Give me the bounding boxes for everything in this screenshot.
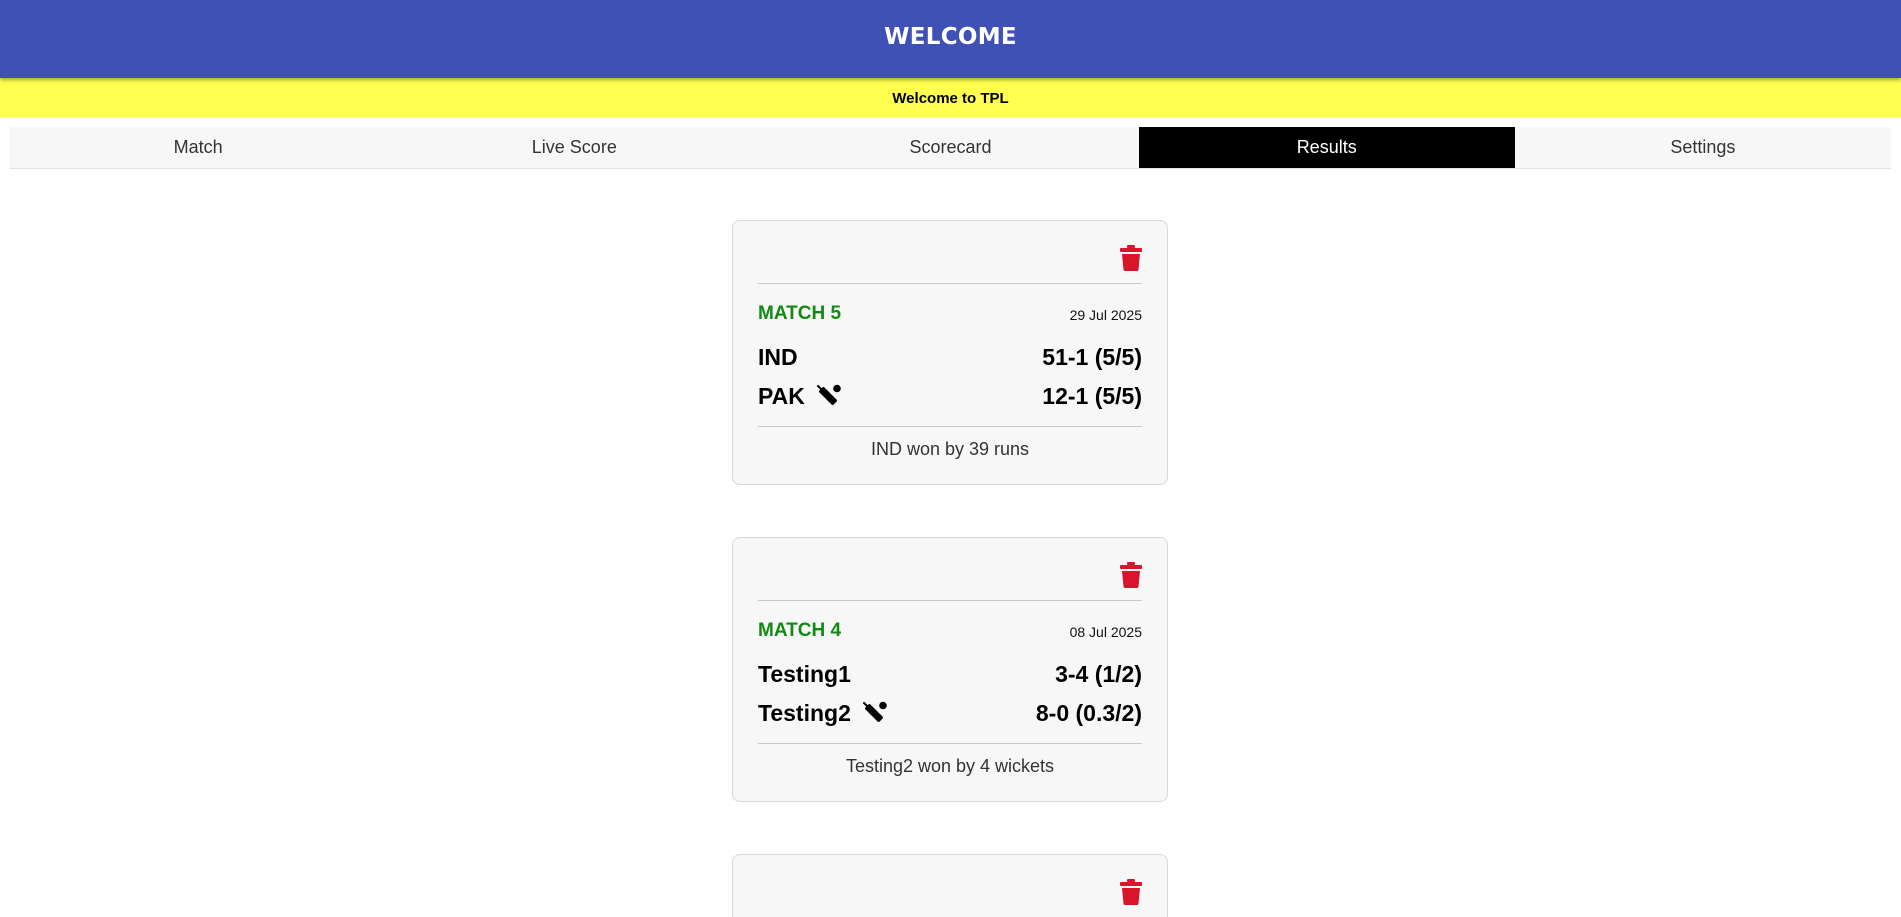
tab-bar: Match Live Score Scorecard Results Setti… [10, 127, 1891, 169]
team-row: IND 51-1 (5/5) [758, 344, 1142, 374]
card-header [758, 538, 1142, 601]
team-row: Testing2 8-0 (0.3/2) [758, 700, 1142, 730]
cricket-bat-icon [816, 384, 841, 405]
app-bar: WELCOME [0, 0, 1901, 78]
team-score: 3-4 (1/2) [1055, 661, 1142, 687]
team-row: Testing1 3-4 (1/2) [758, 661, 1142, 691]
match-title: MATCH 5 [758, 303, 842, 324]
welcome-banner-text: Welcome to TPL [892, 90, 1009, 107]
card-divider [758, 743, 1142, 744]
welcome-banner: Welcome to TPL [0, 78, 1901, 117]
match-title: MATCH 4 [758, 620, 842, 641]
team-row: PAK 12-1 (5/5) [758, 383, 1142, 413]
card-header [758, 855, 1142, 917]
app-title: WELCOME [884, 24, 1017, 50]
team-score: 51-1 (5/5) [1042, 344, 1142, 370]
result-text: IND won by 39 runs [870, 439, 1030, 459]
match-date: 29 Jul 2025 [1069, 307, 1142, 323]
team-name: Testing1 [758, 661, 851, 687]
result-card: MATCH 4 08 Jul 2025 Testing1 3-4 (1/2) T… [732, 537, 1168, 802]
card-divider [758, 426, 1142, 427]
trash-icon[interactable] [1120, 245, 1142, 271]
result-card [732, 854, 1168, 917]
trash-icon[interactable] [1120, 879, 1142, 905]
cricket-bat-icon [862, 701, 887, 722]
tab-live-score[interactable]: Live Score [386, 127, 762, 168]
result-text: Testing2 won by 4 wickets [845, 756, 1055, 776]
tab-results[interactable]: Results [1138, 127, 1515, 168]
team-score: 12-1 (5/5) [1042, 383, 1142, 409]
match-date: 08 Jul 2025 [1069, 624, 1142, 640]
tab-settings[interactable]: Settings [1515, 127, 1891, 168]
card-header [758, 221, 1142, 284]
team-name: PAK [758, 383, 842, 410]
team-score: 8-0 (0.3/2) [1035, 700, 1142, 726]
tab-scorecard[interactable]: Scorecard [762, 127, 1138, 168]
team-name: IND [758, 344, 798, 370]
tab-match[interactable]: Match [10, 127, 386, 168]
team-name: Testing2 [758, 700, 888, 727]
result-card: MATCH 5 29 Jul 2025 IND 51-1 (5/5) PAK 1… [732, 220, 1168, 485]
trash-icon[interactable] [1120, 562, 1142, 588]
